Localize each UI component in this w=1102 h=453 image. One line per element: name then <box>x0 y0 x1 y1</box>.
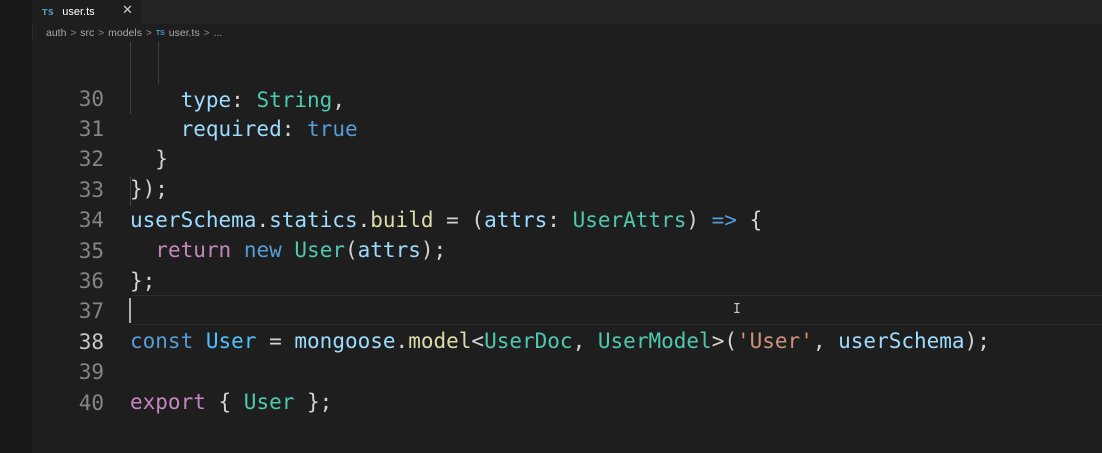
tab-bar: TS user.ts ✕ <box>32 0 1102 24</box>
breadcrumb-item-symbols[interactable]: ... <box>214 27 223 39</box>
text-caret <box>129 298 131 323</box>
chevron-right-icon: > <box>98 27 105 39</box>
code-line: 33 userSchema.statics.build = (attrs: Us… <box>32 145 1102 232</box>
chevron-right-icon: > <box>145 27 152 39</box>
text-cursor-icon: I <box>733 302 741 317</box>
code-editor-window: TS user.ts ✕ auth > src > models > TS us… <box>0 0 1102 453</box>
chevron-right-icon: > <box>203 27 210 39</box>
code-line: 35 }; <box>32 206 1102 293</box>
code-line: 36 <box>32 236 1102 293</box>
breadcrumb: auth > src > models > TS user.ts > ... <box>46 24 222 42</box>
breadcrumb-item-auth[interactable]: auth <box>46 27 66 39</box>
code-line: 31 } <box>32 84 1102 171</box>
chevron-right-icon: > <box>70 27 77 39</box>
tab-user-ts[interactable]: TS user.ts ✕ <box>32 0 142 24</box>
breadcrumb-item-src[interactable]: src <box>80 27 94 39</box>
code-editor[interactable]: type: String, 30 required: true 31 } 32 … <box>32 42 1102 453</box>
line-number: 40 <box>78 391 104 415</box>
code-line: 38 <box>32 297 1102 354</box>
typescript-file-icon: TS <box>42 7 55 17</box>
code-line: 32 }); <box>32 114 1102 201</box>
activity-bar <box>0 0 33 453</box>
code-line: 37 const User = mongoose.model<UserDoc, … <box>32 266 1102 353</box>
typescript-file-icon: TS <box>155 29 165 37</box>
breadcrumb-item-models[interactable]: models <box>108 27 142 39</box>
code-text: export { User }; <box>130 390 333 414</box>
tab-label: user.ts <box>62 6 95 18</box>
code-line: 30 required: true <box>32 54 1102 141</box>
code-line: 39 export { User }; <box>32 327 1102 414</box>
breadcrumb-item-file[interactable]: user.ts <box>169 27 200 39</box>
close-icon[interactable]: ✕ <box>122 3 133 18</box>
code-line: 40 <box>32 358 1102 415</box>
code-line: 34 return new User(attrs); <box>32 175 1102 262</box>
